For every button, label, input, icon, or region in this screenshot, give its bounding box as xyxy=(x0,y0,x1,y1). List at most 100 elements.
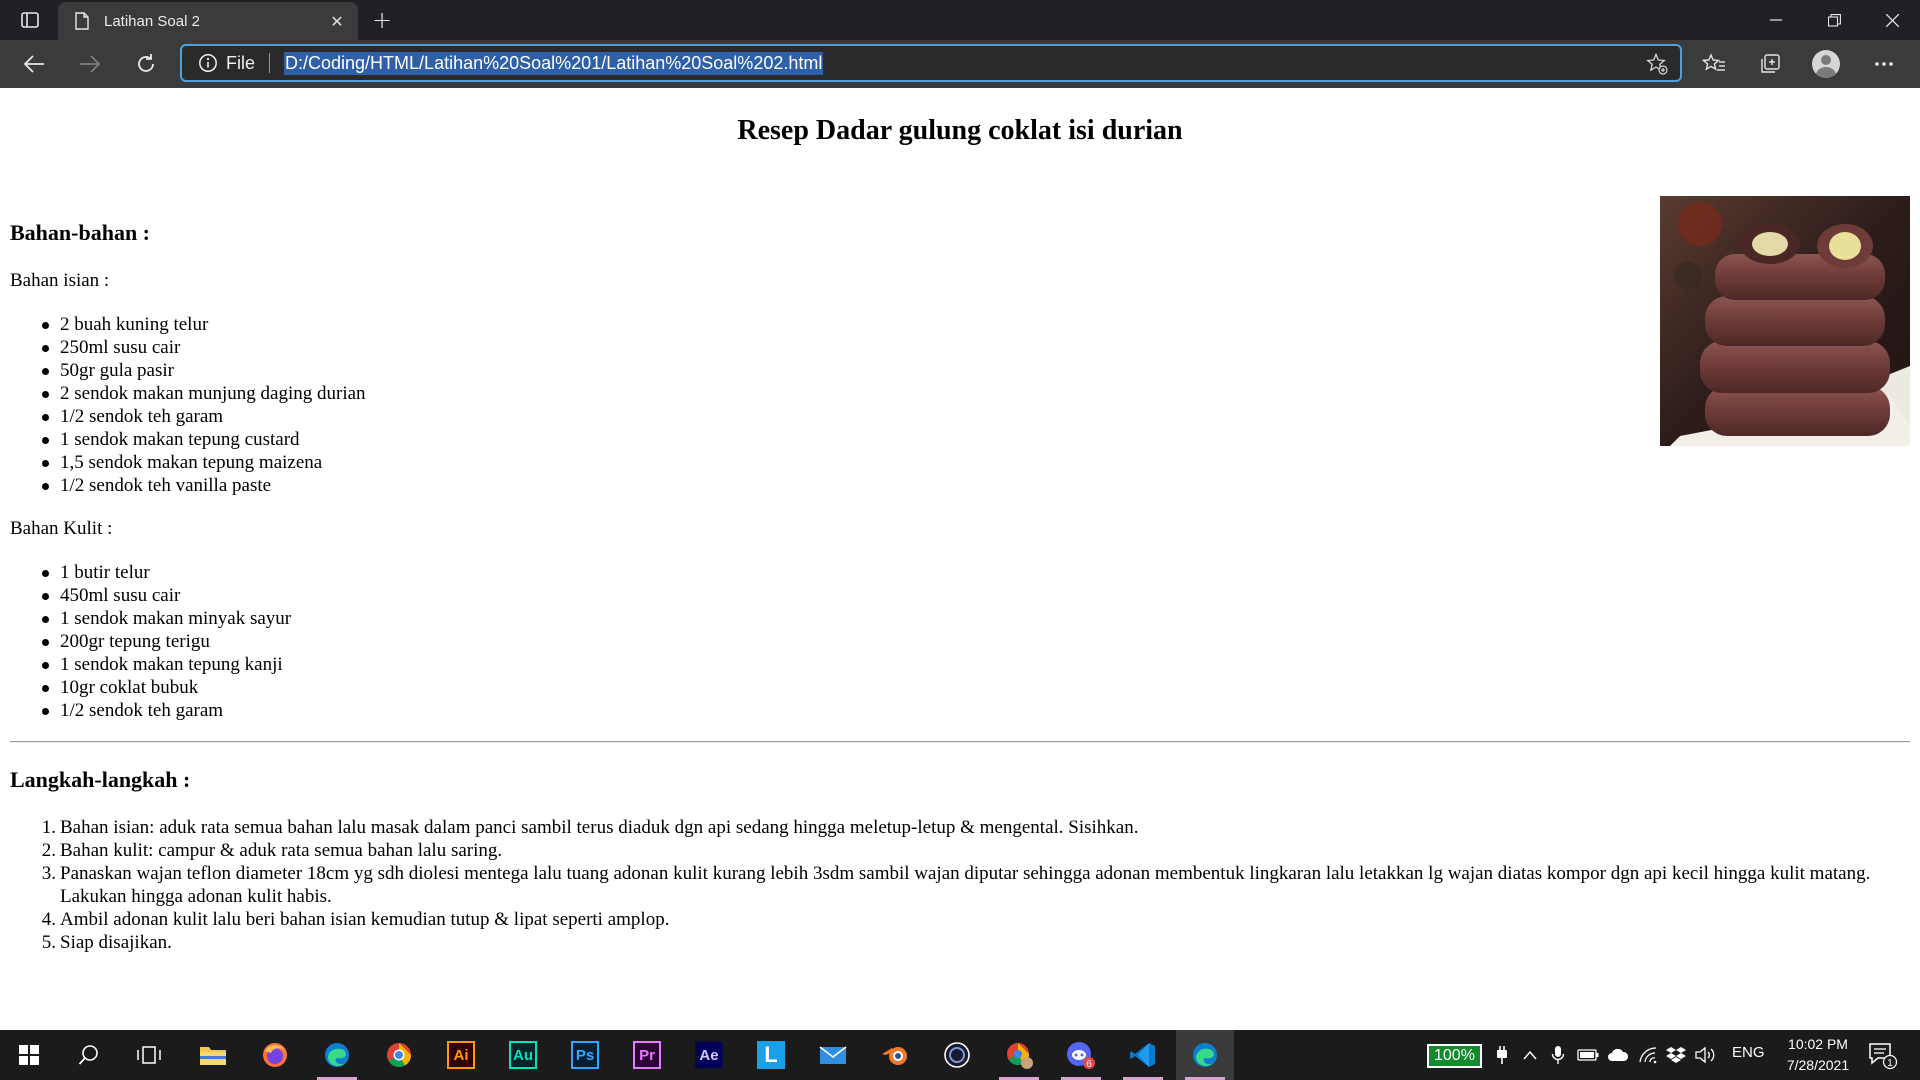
clock-date: 7/28/2021 xyxy=(1786,1057,1850,1073)
filling-list: 2 buah kuning telur 250ml susu cair 50gr… xyxy=(42,313,366,497)
step-number: 1. xyxy=(41,817,56,838)
skin-label: Bahan Kulit : xyxy=(10,518,113,539)
notification-center-icon[interactable]: 1 xyxy=(1866,1040,1898,1070)
browser-titlebar: Latihan Soal 2 ✕ + xyxy=(0,0,1920,40)
refresh-icon[interactable] xyxy=(128,46,164,82)
after-effects-icon[interactable]: Ae xyxy=(680,1030,738,1080)
filling-label: Bahan isian : xyxy=(10,270,110,291)
language-indicator[interactable]: ENG xyxy=(1732,1044,1765,1061)
volume-icon[interactable] xyxy=(1694,1043,1718,1067)
tab-actions-icon[interactable] xyxy=(14,8,46,32)
microphone-icon[interactable] xyxy=(1546,1043,1570,1067)
notification-count: 1 xyxy=(1887,1058,1893,1069)
cinema4d-icon[interactable] xyxy=(928,1030,986,1080)
edge-active-icon[interactable] xyxy=(1176,1030,1234,1080)
windows-taskbar: Ai Au Ps Pr Ae L 6 100% ENG 10:02 PM 7/2… xyxy=(0,1030,1920,1080)
premiere-icon[interactable]: Pr xyxy=(618,1030,676,1080)
photoshop-label: Ps xyxy=(571,1041,599,1069)
list-item: 200gr tepung terigu xyxy=(41,630,291,653)
discord-icon[interactable]: 6 xyxy=(1052,1030,1110,1080)
list-item: 250ml susu cair xyxy=(42,336,366,359)
blender-icon[interactable] xyxy=(866,1030,924,1080)
page-icon xyxy=(74,11,90,31)
tab-active[interactable]: Latihan Soal 2 ✕ xyxy=(58,2,358,40)
list-item: 5. Siap disajikan. xyxy=(42,931,1910,954)
clock[interactable]: 10:02 PM 7/28/2021 xyxy=(1770,1034,1866,1076)
task-view-icon[interactable] xyxy=(120,1030,178,1080)
file-explorer-icon[interactable] xyxy=(184,1030,242,1080)
audition-icon[interactable]: Au xyxy=(494,1030,552,1080)
tab-title: Latihan Soal 2 xyxy=(104,12,200,30)
step-number: 4. xyxy=(41,909,56,930)
battery-percentage[interactable]: 100% xyxy=(1427,1044,1482,1068)
wifi-icon[interactable] xyxy=(1636,1043,1660,1067)
edge-icon[interactable] xyxy=(308,1030,366,1080)
step-text: Panaskan wajan teflon diameter 18cm yg s… xyxy=(60,863,1871,907)
step-text: Siap disajikan. xyxy=(60,932,172,953)
vscode-icon[interactable] xyxy=(1114,1030,1172,1080)
list-item: 50gr gula pasir xyxy=(42,359,366,382)
close-window-icon[interactable] xyxy=(1864,0,1920,40)
step-number: 5. xyxy=(41,932,56,953)
page-title: Resep Dadar gulung coklat isi durian xyxy=(737,115,1183,146)
add-favorite-icon[interactable] xyxy=(1646,52,1668,75)
address-url[interactable]: D:/Coding/HTML/Latihan%20Soal%201/Latiha… xyxy=(284,51,824,75)
search-icon[interactable] xyxy=(60,1030,118,1080)
illustrator-label: Ai xyxy=(447,1041,475,1069)
step-number: 3. xyxy=(41,863,56,884)
mail-icon[interactable] xyxy=(804,1030,862,1080)
chevron-up-icon[interactable] xyxy=(1518,1043,1542,1067)
favorites-icon[interactable] xyxy=(1696,46,1732,82)
windows-logo-icon xyxy=(19,1045,39,1065)
step-text: Bahan kulit: campur & aduk rata semua ba… xyxy=(60,840,503,861)
page-viewport: Resep Dadar gulung coklat isi durian Bah… xyxy=(0,88,1920,1030)
avatar-icon xyxy=(1812,50,1840,78)
power-plug-icon[interactable] xyxy=(1490,1043,1514,1067)
launcher-l-icon[interactable]: L xyxy=(742,1030,800,1080)
list-item: 1 butir telur xyxy=(41,561,291,584)
list-item: 2 buah kuning telur xyxy=(42,313,366,336)
illustrator-icon[interactable]: Ai xyxy=(432,1030,490,1080)
discord-badge: 6 xyxy=(1086,1059,1092,1070)
onedrive-icon[interactable] xyxy=(1606,1043,1630,1067)
step-text: Ambil adonan kulit lalu beri bahan isian… xyxy=(60,909,670,930)
minimize-icon[interactable] xyxy=(1748,0,1804,40)
list-item: 450ml susu cair xyxy=(41,584,291,607)
list-item: 1/2 sendok teh vanilla paste xyxy=(42,474,366,497)
dadar-gulung-photo xyxy=(1660,196,1910,446)
profile-avatar[interactable] xyxy=(1808,46,1844,82)
close-tab-icon[interactable]: ✕ xyxy=(322,6,352,36)
photoshop-icon[interactable]: Ps xyxy=(556,1030,614,1080)
list-item: 1. Bahan isian: aduk rata semua bahan lal… xyxy=(42,816,1910,839)
address-scheme: File xyxy=(226,52,256,73)
list-item: 1 sendok makan tepung custard xyxy=(42,428,366,451)
steps-heading: Langkah-langkah : xyxy=(10,767,191,792)
address-bar[interactable]: File D:/Coding/HTML/Latihan%20Soal%201/L… xyxy=(180,44,1682,82)
forward-icon[interactable] xyxy=(72,46,108,82)
list-item: 4. Ambil adonan kulit lalu beri bahan isi… xyxy=(42,908,1910,931)
more-menu-icon[interactable] xyxy=(1866,46,1902,82)
horizontal-rule xyxy=(10,741,1910,743)
after-effects-label: Ae xyxy=(695,1041,723,1069)
launcher-l-label: L xyxy=(757,1041,785,1069)
collections-icon[interactable] xyxy=(1752,46,1788,82)
premiere-label: Pr xyxy=(633,1041,661,1069)
dropbox-icon[interactable] xyxy=(1664,1043,1688,1067)
list-item: 1/2 sendok teh garam xyxy=(42,405,366,428)
chrome-profile-icon[interactable] xyxy=(990,1030,1048,1080)
info-icon[interactable] xyxy=(198,53,218,73)
start-button[interactable] xyxy=(0,1030,58,1080)
list-item: 10gr coklat bubuk xyxy=(41,676,291,699)
list-item: 1,5 sendok makan tepung maizena xyxy=(42,451,366,474)
firefox-icon[interactable] xyxy=(246,1030,304,1080)
clock-time: 10:02 PM xyxy=(1788,1036,1848,1052)
restore-icon[interactable] xyxy=(1806,0,1862,40)
step-text: Bahan isian: aduk rata semua bahan lalu … xyxy=(60,817,1139,838)
back-icon[interactable] xyxy=(16,46,52,82)
address-separator xyxy=(269,53,271,73)
chrome-icon[interactable] xyxy=(370,1030,428,1080)
list-item: 2. Bahan kulit: campur & aduk rata semua … xyxy=(42,839,1910,862)
list-item: 2 sendok makan munjung daging durian xyxy=(42,383,366,404)
new-tab-icon[interactable]: + xyxy=(366,4,398,36)
battery-icon[interactable] xyxy=(1576,1043,1600,1067)
